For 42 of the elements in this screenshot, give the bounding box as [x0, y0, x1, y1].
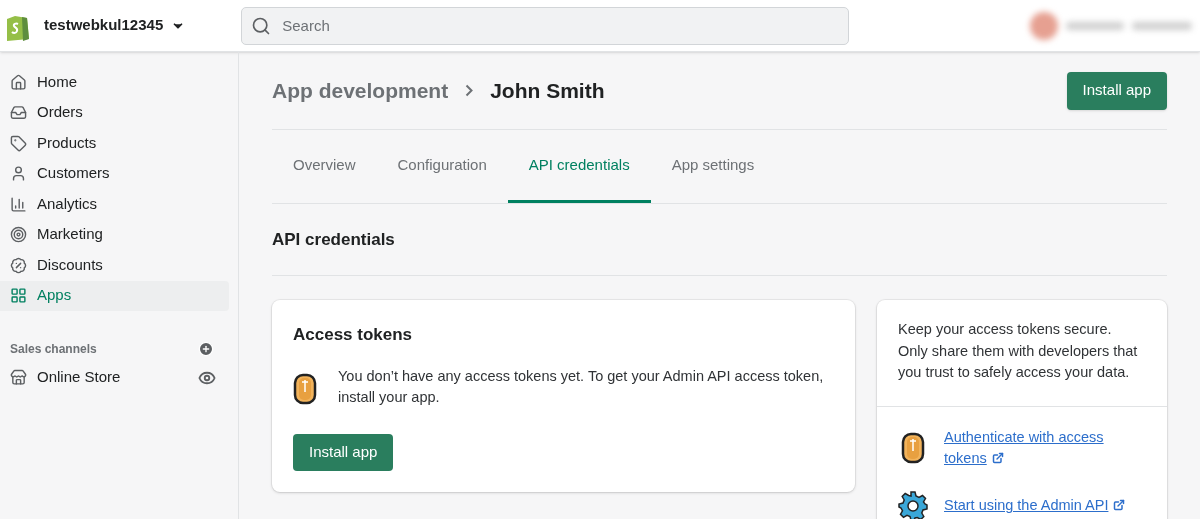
inbox-icon	[10, 104, 27, 121]
card-title: Access tokens	[293, 324, 414, 346]
bar-chart-icon	[10, 195, 27, 213]
add-icon[interactable]	[198, 340, 214, 357]
empty-state-message: You don’t have any access tokens yet. To get your Admin API access token, install your app.	[338, 366, 825, 407]
sidebar-item[interactable]: Online Store	[37, 366, 121, 389]
external-link-icon	[1113, 499, 1126, 511]
sidebar-item[interactable]: Marketing	[0, 219, 229, 250]
sidebar-item[interactable]: Apps	[0, 280, 229, 311]
tab[interactable]: Configuration	[376, 129, 508, 203]
person-icon	[10, 165, 27, 182]
tab[interactable]: App settings	[650, 129, 776, 203]
search-field[interactable]: Search	[241, 6, 850, 45]
coin-icon	[293, 372, 317, 405]
chevron-right-icon	[465, 84, 474, 97]
house-icon	[10, 73, 27, 91]
store-switcher[interactable]: testwebkul12345	[44, 14, 186, 37]
sidebar-item[interactable]: Products	[0, 128, 229, 158]
doc-link[interactable]: Authenticate with access tokens	[944, 426, 1146, 469]
tag-icon	[10, 134, 27, 152]
install-app-button[interactable]: Install app	[293, 433, 394, 471]
security-note: Keep your access tokens secure. Only share them with developers that you trust to safely access your data.	[877, 300, 1167, 407]
grid-icon	[10, 287, 27, 304]
install-app-button[interactable]: Install app	[1066, 71, 1167, 110]
section-heading: API credentials	[272, 204, 1167, 276]
breadcrumb-link[interactable]: App development	[272, 74, 449, 107]
sidebar-item[interactable]: Orders	[0, 97, 229, 128]
search-icon	[251, 15, 272, 36]
target-icon	[10, 226, 27, 243]
tab[interactable]: Overview	[272, 129, 377, 203]
percent-badge-icon	[10, 256, 27, 274]
tab[interactable]: API credentials	[507, 129, 651, 203]
external-link-icon	[991, 451, 1004, 464]
sidebar-item[interactable]: Customers	[0, 158, 229, 189]
section-title: Sales channels	[10, 340, 97, 358]
sidebar-item[interactable]: Home	[0, 67, 229, 97]
sidebar-item[interactable]: Discounts	[0, 250, 229, 280]
sidebar-item[interactable]: Analytics	[0, 189, 229, 219]
coin-icon	[901, 431, 925, 464]
doc-link[interactable]: Start using the Admin API	[944, 495, 1126, 516]
store-icon	[10, 369, 27, 386]
page-title: John Smith	[490, 77, 605, 104]
